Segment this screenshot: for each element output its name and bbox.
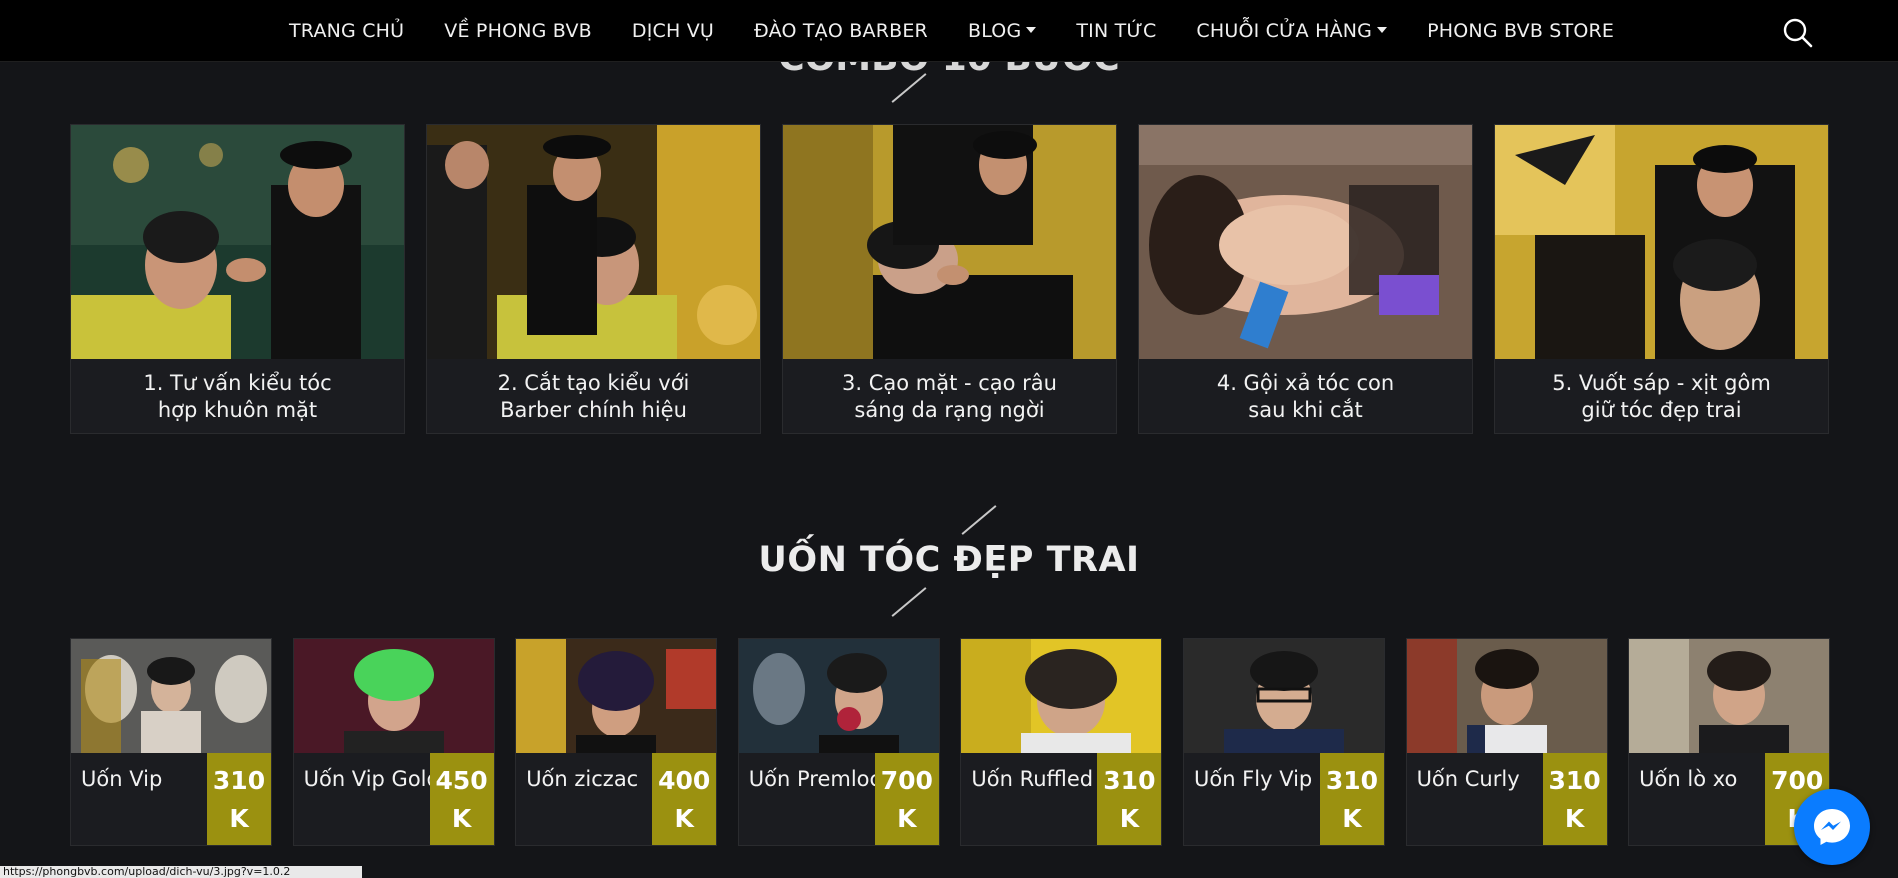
price-value: 450 [435, 766, 488, 795]
combo-step-image [783, 125, 1116, 359]
nav-item-label: DỊCH VỤ [631, 20, 715, 42]
page: TRANG CHỦ VỀ PHONG BVB DỊCH VỤ ĐÀO TẠO B… [0, 0, 1898, 878]
service-card[interactable]: Uốn ziczac 400 K [515, 638, 718, 846]
search-icon[interactable] [1782, 17, 1814, 49]
service-card[interactable]: Uốn Premlock 700 K [737, 638, 940, 846]
combo-step-image [71, 125, 404, 359]
nav-menu: TRANG CHỦ VỀ PHONG BVB DỊCH VỤ ĐÀO TẠO B… [289, 0, 1614, 62]
combo-step-image [427, 125, 760, 359]
price-badge: 310 K [1542, 753, 1607, 845]
nav-item-news[interactable]: TIN TỨC [1076, 20, 1156, 42]
service-card[interactable]: Uốn Vip 310 K [70, 638, 272, 846]
caption-line: 5. Vuốt sáp - xịt gôm [1552, 371, 1771, 395]
nav-item-about[interactable]: VỀ PHONG BVB [444, 20, 592, 42]
status-bar-url: https://phongbvb.com/upload/dich-vu/3.jp… [0, 866, 362, 878]
service-card[interactable]: Uốn Ruffled 310 K [960, 638, 1163, 846]
nav-item-label: PHONG BVB STORE [1427, 20, 1615, 42]
price-value: 310 [1325, 766, 1379, 795]
price-value: 310 [212, 766, 266, 795]
service-name: Uốn ziczac [526, 767, 639, 791]
caption-line: hợp khuôn mặt [157, 398, 318, 422]
caption-line: 3. Cạo mặt - cạo râu [841, 371, 1057, 395]
price-unit: K [674, 804, 694, 833]
nav-item-label: CHUỖI CỬA HÀNG [1196, 20, 1373, 42]
caption-line: giữ tóc đẹp trai [1581, 398, 1742, 422]
nav-item-label: ĐÀO TẠO BARBER [754, 20, 928, 42]
nav-item-home[interactable]: TRANG CHỦ [289, 20, 404, 42]
service-image [961, 639, 1162, 753]
service-card[interactable]: Uốn Vip Gold 450 K [292, 638, 495, 846]
combo-steps-row: 1. Tư vấn kiểu tóc hợp khuôn mặt 2. Cắt … [70, 124, 1850, 434]
combo-step-card[interactable]: 5. Vuốt sáp - xịt gôm giữ tóc đẹp trai [1494, 124, 1829, 434]
service-image [1629, 639, 1830, 753]
price-unit: K [1119, 804, 1140, 833]
combo-step-image [1139, 125, 1472, 359]
service-name: Uốn Fly Vip [1193, 767, 1313, 791]
price-unit: K [229, 804, 249, 833]
perm-services-row: Uốn Vip 310 K Uốn Vip Gold 450 K Uốn zicza… [70, 638, 1831, 846]
service-image [1406, 639, 1607, 753]
combo-step-card[interactable]: 2. Cắt tạo kiểu với Barber chính hiệu [426, 124, 761, 434]
title-divider [961, 505, 997, 535]
price-badge: 310 K [1097, 753, 1162, 845]
combo-step-card[interactable]: 3. Cạo mặt - cạo râu sáng da rạng ngời [782, 124, 1117, 434]
section-title: UỐN TÓC ĐẸP TRAI [758, 540, 1140, 580]
nav-item-label: TRANG CHỦ [289, 20, 405, 42]
price-value: 400 [658, 766, 711, 795]
service-name: Uốn Curly [1416, 767, 1520, 791]
service-name: Uốn Vip [81, 767, 163, 791]
combo-step-caption: 2. Cắt tạo kiểu với Barber chính hiệu [427, 359, 760, 433]
price-badge: 310 K [207, 753, 271, 845]
service-name: Uốn Vip Gold [303, 767, 434, 791]
service-image [71, 639, 271, 753]
service-image [1183, 639, 1384, 753]
caption-line: 1. Tư vấn kiểu tóc [143, 371, 332, 395]
price-unit: K [897, 804, 917, 833]
service-name: Uốn Premlock [748, 767, 879, 791]
combo-step-caption: 1. Tư vấn kiểu tóc hợp khuôn mặt [71, 359, 404, 433]
service-name: Uốn lò xo [1639, 767, 1738, 791]
combo-step-caption: 4. Gội xả tóc con sau khi cắt [1139, 359, 1472, 433]
combo-step-card[interactable]: 1. Tư vấn kiểu tóc hợp khuôn mặt [70, 124, 405, 434]
nav-item-label: TIN TỨC [1076, 20, 1157, 42]
nav-item-stores[interactable]: CHUỖI CỬA HÀNG [1196, 20, 1388, 42]
combo-step-caption: 3. Cạo mặt - cạo râu sáng da rạng ngời [783, 359, 1116, 433]
price-value: 310 [1103, 766, 1156, 795]
service-card[interactable]: Uốn Fly Vip 310 K [1182, 638, 1385, 846]
nav-item-label: BLOG [967, 20, 1022, 42]
nav-item-label: VỀ PHONG BVB [444, 20, 592, 42]
top-navbar: TRANG CHỦ VỀ PHONG BVB DỊCH VỤ ĐÀO TẠO B… [0, 0, 1898, 62]
nav-item-training[interactable]: ĐÀO TẠO BARBER [754, 20, 928, 42]
title-divider [891, 587, 927, 617]
service-name: Uốn Ruffled [971, 767, 1094, 791]
combo-step-card[interactable]: 4. Gội xả tóc con sau khi cắt [1138, 124, 1473, 434]
caption-line: 4. Gội xả tóc con [1216, 371, 1395, 395]
caption-line: sau khi cắt [1248, 398, 1363, 422]
combo-step-image [1495, 125, 1828, 359]
nav-item-blog[interactable]: BLOG [967, 20, 1037, 42]
service-card[interactable]: Uốn Curly 310 K [1405, 638, 1608, 846]
combo-step-caption: 5. Vuốt sáp - xịt gôm giữ tóc đẹp trai [1495, 359, 1828, 433]
caret-down-icon [1026, 27, 1037, 33]
price-value: 310 [1548, 766, 1601, 795]
service-image [516, 639, 717, 753]
price-badge: 700 K [874, 753, 939, 845]
price-badge: 450 K [429, 753, 494, 845]
messenger-icon[interactable] [1794, 789, 1870, 865]
price-unit: K [1564, 804, 1585, 833]
caption-line: Barber chính hiệu [500, 398, 687, 422]
caption-line: 2. Cắt tạo kiểu với [497, 371, 690, 395]
service-image [738, 639, 939, 753]
price-value: 700 [880, 766, 933, 795]
price-unit: K [451, 804, 472, 833]
service-image [293, 639, 494, 753]
price-unit: K [1342, 804, 1362, 833]
caret-down-icon [1377, 27, 1388, 33]
nav-item-services[interactable]: DỊCH VỤ [632, 20, 714, 42]
caption-line: sáng da rạng ngời [854, 398, 1045, 422]
nav-item-store[interactable]: PHONG BVB STORE [1427, 20, 1614, 42]
price-badge: 310 K [1319, 753, 1384, 845]
price-badge: 400 K [652, 753, 717, 845]
